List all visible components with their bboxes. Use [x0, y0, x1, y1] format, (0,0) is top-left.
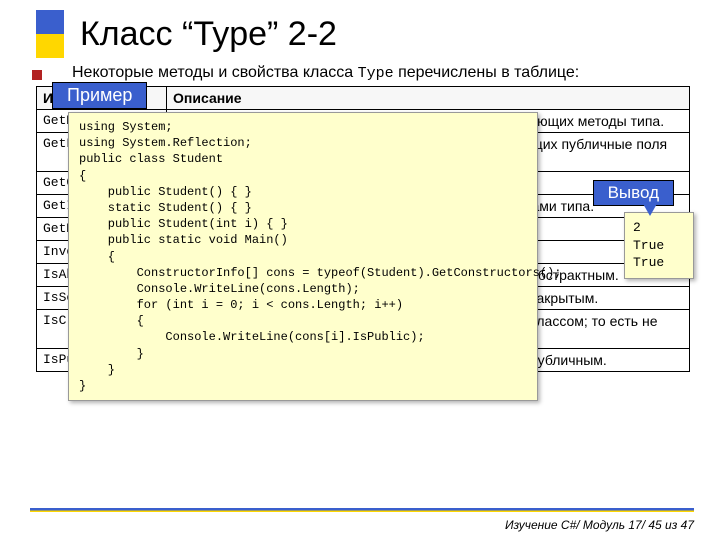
lead-text: Некоторые методы и свойства класса Type …	[72, 64, 690, 82]
code-sample: using System; using System.Reflection; p…	[68, 112, 538, 401]
example-label: Пример	[52, 82, 147, 109]
footer-text: Изучение C#/ Модуль 17/ 45 из 47	[505, 518, 694, 532]
output-label: Вывод	[593, 180, 674, 206]
lead-code: Type	[358, 65, 394, 82]
footer-divider	[30, 508, 694, 512]
lead-pre: Некоторые методы и свойства класса	[72, 64, 358, 81]
output-sample: 2 True True	[624, 212, 694, 279]
lead-post: перечислены в таблице:	[394, 64, 580, 81]
title-block: Класс “Type” 2-2	[36, 10, 690, 58]
bullet-icon	[32, 70, 42, 80]
flag-icon	[36, 10, 64, 58]
callout-tail-icon	[642, 202, 658, 216]
page-title: Класс “Type” 2-2	[80, 15, 337, 54]
col-desc-header: Описание	[167, 87, 690, 110]
